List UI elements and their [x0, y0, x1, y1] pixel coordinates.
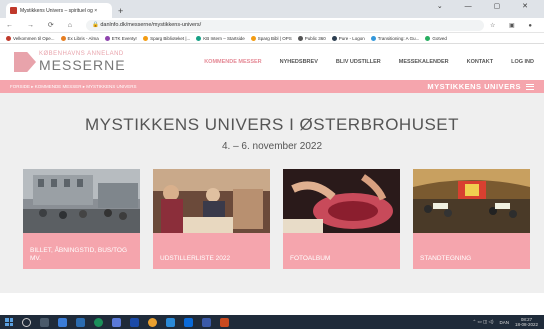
bookmark-item[interactable]: ETK Eventyr: [104, 35, 137, 41]
card-image: [23, 169, 140, 233]
search-icon[interactable]: [22, 317, 31, 327]
bookmark-item[interactable]: Public 360: [297, 35, 326, 41]
bookmark-item[interactable]: Velkommen til Ope...: [6, 35, 55, 41]
url-field[interactable]: 🔒 danlnfo.dk/messerne/mystikkens-univers…: [85, 19, 484, 31]
clock-date: 18-08-2022: [514, 322, 538, 327]
toolbar-icons[interactable]: ☆ ▣ ●: [490, 22, 538, 29]
bookmark-item[interactable]: Sparg Biblioteket |...: [143, 35, 190, 41]
bookmark-icon: [297, 35, 303, 41]
card-caption: FOTOALBUM: [290, 255, 331, 262]
new-tab-icon[interactable]: +: [118, 6, 123, 16]
card-image: [413, 169, 530, 233]
bookmark-item[interactable]: Gotved: [425, 35, 447, 41]
bookmark-item[interactable]: Ex Libris - Alma: [60, 35, 99, 41]
system-tray: ⌃ ▭ ◫ ◁) DAN 08:27 18-08-2022: [472, 317, 538, 327]
event-dates: 4. – 6. november 2022: [221, 141, 323, 152]
taskbar-app-icon[interactable]: [58, 317, 67, 327]
logo-mark-icon: [14, 52, 36, 72]
nav-bliv-udstiller[interactable]: BLIV UDSTILLER: [336, 59, 381, 65]
bookmark-item[interactable]: Pure - Logon: [331, 35, 365, 41]
hamburger-menu-icon[interactable]: [526, 83, 534, 90]
address-bar: ← → ⟳ ⌂ 🔒 danlnfo.dk/messerne/mystikkens…: [0, 18, 544, 33]
section-title: MYSTIKKENS UNIVERS: [427, 82, 521, 91]
nav-messekalender[interactable]: MESSEKALENDER: [399, 59, 449, 65]
breadcrumb-bar: FORSIDE ▸ KOMMENDE MESSER ▸ MYSTIKKENS U…: [0, 80, 544, 93]
start-icon[interactable]: [5, 318, 13, 326]
taskbar-app-icon[interactable]: [220, 317, 229, 327]
main-nav: KOMMENDE MESSER NYHEDSBREV BLIV UDSTILLE…: [204, 59, 534, 65]
main-content: MYSTIKKENS UNIVERS I ØSTERBROHUSET 4. – …: [0, 93, 544, 293]
tray-icons[interactable]: ⌃ ▭ ◫ ◁): [472, 319, 493, 325]
card-image: [283, 169, 400, 233]
tab-title: Mystikkens Univers – spirituel og ×: [20, 7, 98, 14]
taskbar-app-icon[interactable]: [94, 317, 103, 327]
nav-log-ind[interactable]: LOG IND: [511, 59, 534, 65]
chrome-icon[interactable]: [148, 317, 157, 327]
bookmark-icon: [425, 35, 431, 41]
clock[interactable]: 08:27 18-08-2022: [515, 317, 538, 327]
card-image: [153, 169, 270, 233]
windows-taskbar: ⌃ ▭ ◫ ◁) DAN 08:27 18-08-2022: [0, 315, 544, 329]
taskbar-app-icon[interactable]: [130, 317, 139, 327]
bookmark-icon: [6, 35, 11, 41]
bookmark-item[interactable]: KB Intern – Startside: [196, 35, 245, 41]
taskbar-app-icon[interactable]: [112, 317, 121, 327]
bookmarks-bar: Velkommen til Ope... Ex Libris - Alma ET…: [0, 33, 544, 44]
card-caption: UDSTILLERLISTE 2022: [160, 255, 231, 262]
nav-nyhedsbrev[interactable]: NYHEDSBREV: [280, 59, 318, 65]
site-logo[interactable]: KØBENHAVNS ANNELAND MESSERNE: [14, 51, 126, 73]
card-udstillerliste[interactable]: UDSTILLERLISTE 2022: [153, 169, 270, 269]
card-fotoalbum[interactable]: FOTOALBUM: [283, 169, 400, 269]
browser-tab-active[interactable]: Mystikkens Univers – spirituel og ×: [6, 3, 112, 18]
site-favicon-icon: [10, 7, 17, 14]
bookmark-icon: [370, 35, 376, 41]
task-view-icon[interactable]: [40, 317, 49, 327]
taskbar-app-icon[interactable]: [166, 317, 175, 327]
nav-kontakt[interactable]: KONTAKT: [467, 59, 493, 65]
browser-tab-bar: Mystikkens Univers – spirituel og × + ⌄ …: [0, 0, 544, 18]
nav-buttons-icon[interactable]: ← → ⟳ ⌂: [6, 21, 78, 29]
nav-kommende-messer[interactable]: KOMMENDE MESSER: [204, 59, 261, 65]
bookmark-icon: [104, 35, 110, 41]
window-controls[interactable]: ⌄ — ▢ ✕: [437, 2, 538, 10]
taskbar-app-icon[interactable]: [202, 317, 211, 327]
page-bottom-area: [0, 293, 544, 315]
card-standtegning[interactable]: STANDTEGNING: [413, 169, 530, 269]
logo-main-text: MESSERNE: [39, 57, 126, 73]
url-text: danlnfo.dk/messerne/mystikkens-univers/: [100, 22, 202, 28]
bookmark-icon: [60, 35, 66, 41]
bookmark-icon: [250, 35, 256, 41]
page-title: MYSTIKKENS UNIVERS I ØSTERBROHUSET: [84, 115, 460, 134]
taskbar-app-icon[interactable]: [76, 317, 85, 327]
card-billet[interactable]: BILLET, ÅBNINGSTID, BUS/TOG MV.: [23, 169, 140, 269]
bookmark-icon: [331, 35, 337, 41]
edge-icon[interactable]: [184, 317, 193, 327]
card-caption: STANDTEGNING: [420, 255, 472, 262]
bookmark-icon: [143, 35, 149, 41]
bookmark-icon: [196, 35, 202, 41]
bookmark-item[interactable]: Sparg Bibl | OPS: [250, 35, 292, 41]
breadcrumb[interactable]: FORSIDE ▸ KOMMENDE MESSER ▸ MYSTIKKENS U…: [10, 84, 137, 90]
bookmark-item[interactable]: Transitioning: A Gu...: [370, 35, 419, 41]
language-indicator[interactable]: DAN: [499, 320, 509, 325]
site-header: KØBENHAVNS ANNELAND MESSERNE KOMMENDE ME…: [0, 44, 544, 80]
logo-text: KØBENHAVNS ANNELAND MESSERNE: [39, 51, 126, 73]
card-caption: BILLET, ÅBNINGSTID, BUS/TOG MV.: [30, 247, 128, 262]
